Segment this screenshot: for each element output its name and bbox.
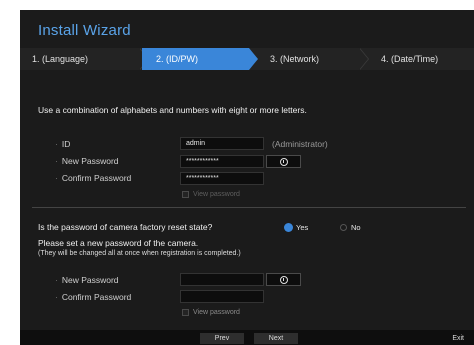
camera-password-note: (They will be changed all at once when r… (38, 250, 241, 257)
prev-button[interactable]: Prev (200, 333, 244, 344)
step-language: 1. (Language) (32, 54, 89, 64)
confirm-password-field[interactable]: ************ (180, 172, 264, 185)
info-icon (279, 157, 288, 166)
install-wizard-window: Install Wizard 1. (Language) 2. (ID/PW) … (20, 10, 474, 345)
step-bar: 1. (Language) 2. (ID/PW) 3. (Network) 4.… (20, 48, 474, 70)
view-password-checkbox[interactable]: View password (182, 191, 240, 198)
bullet-icon: · (55, 275, 58, 285)
exit-button[interactable]: Exit (452, 333, 464, 344)
confirm-password-label: · Confirm Password (55, 173, 132, 183)
new-password-field[interactable]: ************ (180, 155, 264, 168)
section-divider (32, 207, 466, 208)
camera-confirm-password-field[interactable] (180, 290, 264, 303)
step-date-time: 4. (Date/Time) (381, 54, 439, 64)
camera-view-password-checkbox[interactable]: View password (182, 309, 240, 316)
step-network: 3. (Network) (270, 54, 320, 64)
camera-confirm-password-label: · Confirm Password (55, 292, 132, 302)
wizard-title: Install Wizard (38, 22, 131, 39)
checkbox-box[interactable] (182, 191, 189, 198)
radio-selected-icon[interactable] (285, 224, 292, 231)
id-field[interactable]: admin (180, 137, 264, 150)
camera-new-password-label: · New Password (55, 275, 119, 285)
camera-new-password-field[interactable] (180, 273, 264, 286)
radio-yes[interactable]: Yes (285, 223, 308, 232)
camera-password-info-button[interactable] (266, 273, 301, 286)
bullet-icon: · (55, 173, 58, 183)
radio-unselected-icon[interactable] (340, 224, 347, 231)
radio-no[interactable]: No (340, 223, 361, 232)
footer-bar: Prev Next Exit (20, 330, 474, 345)
info-icon (279, 275, 288, 284)
password-info-button[interactable] (266, 155, 301, 168)
new-password-label: · New Password (55, 156, 119, 166)
active-step-chevron (249, 48, 258, 70)
bullet-icon: · (55, 156, 58, 166)
id-label: · ID (55, 139, 71, 149)
camera-reset-question: Is the password of camera factory reset … (38, 222, 213, 232)
checkbox-box[interactable] (182, 309, 189, 316)
step-separator-chevron (359, 48, 369, 70)
bullet-icon: · (55, 292, 58, 302)
step-id-pw: 2. (ID/PW) (142, 48, 249, 70)
bullet-icon: · (55, 139, 58, 149)
password-rule-instruction: Use a combination of alphabets and numbe… (38, 105, 307, 115)
camera-password-message: Please set a new password of the camera. (38, 238, 199, 248)
administrator-note: (Administrator) (272, 139, 328, 149)
next-button[interactable]: Next (254, 333, 298, 344)
